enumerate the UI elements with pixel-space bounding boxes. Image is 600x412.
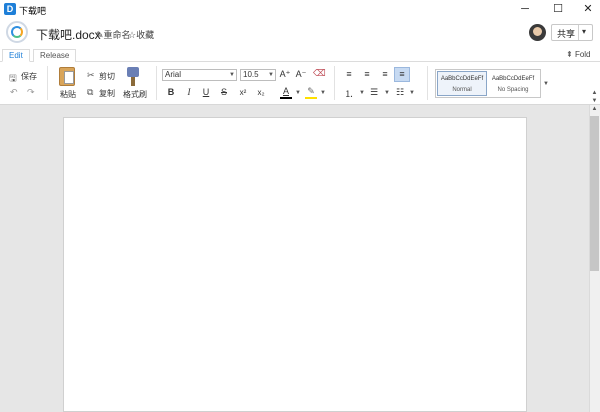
font-family-select[interactable]: Arial: [162, 69, 237, 81]
grow-font-button[interactable]: A⁺: [279, 69, 291, 80]
ribbon-divider: [334, 66, 335, 100]
pencil-icon: ✎: [96, 30, 104, 40]
font-size-dropdown-icon: ▼: [268, 72, 274, 78]
tab-bar: [0, 48, 600, 62]
indent-dropdown-icon[interactable]: ▼: [409, 90, 415, 96]
eraser-icon[interactable]: ⌫: [313, 68, 326, 79]
bold-button[interactable]: B: [165, 87, 177, 97]
numbered-list-icon[interactable]: ⒈: [343, 87, 355, 100]
rename-button[interactable]: ✎重命名: [96, 28, 131, 41]
shrink-font-button[interactable]: A⁻: [295, 69, 307, 80]
style-normal-preview: AaBbCcDdEeFf: [440, 76, 484, 82]
strikethrough-button[interactable]: S: [218, 87, 230, 97]
copy-label[interactable]: 复制: [99, 88, 115, 99]
underline-button[interactable]: U: [200, 87, 212, 97]
ribbon-divider: [47, 66, 48, 100]
align-left-icon[interactable]: ≡: [343, 69, 355, 79]
maximize-button[interactable]: ☐: [543, 0, 573, 19]
rename-label: 重命名: [103, 30, 131, 40]
style-no-spacing-label: No Spacing: [497, 87, 529, 93]
bullet-list-dropdown-icon[interactable]: ▼: [384, 90, 390, 96]
ribbon-divider: [156, 66, 157, 100]
highlight-dropdown-icon[interactable]: ▼: [320, 90, 326, 96]
scroll-arrow-icon[interactable]: ▲: [589, 106, 600, 112]
numbered-list-dropdown-icon[interactable]: ▼: [359, 90, 365, 96]
close-button[interactable]: ✕: [573, 0, 600, 19]
font-family-dropdown-icon: ▼: [229, 72, 235, 78]
undo-icon[interactable]: ↶: [10, 87, 18, 98]
style-no-spacing-preview: AaBbCcDdEeFf: [491, 76, 535, 82]
redo-icon[interactable]: ↷: [27, 87, 35, 98]
highlight-icon[interactable]: ✎: [305, 86, 317, 97]
tab-edit[interactable]: Edit: [2, 49, 30, 62]
font-color-button[interactable]: A: [280, 86, 292, 96]
avatar-face-icon: [533, 27, 542, 36]
cut-label[interactable]: 剪切: [99, 71, 115, 82]
superscript-button[interactable]: x²: [237, 88, 249, 97]
format-painter-icon[interactable]: [127, 67, 139, 77]
document-logo-mark-icon: [11, 26, 23, 38]
fold-label: Fold: [574, 50, 591, 59]
save-icon[interactable]: 🖫: [9, 71, 17, 87]
scroll-down-small-icon[interactable]: ▼: [589, 98, 600, 104]
share-dropdown-icon[interactable]: ▾: [582, 27, 586, 36]
cut-icon[interactable]: ✂: [87, 70, 95, 81]
document-name: 下载吧.docx: [36, 28, 101, 42]
share-divider: [578, 25, 579, 40]
style-gallery-expand-icon[interactable]: ▼: [543, 81, 549, 87]
bullet-list-icon[interactable]: ☰: [368, 87, 380, 98]
scroll-up-icon[interactable]: ▲: [589, 90, 600, 96]
style-normal-label: Normal: [452, 87, 472, 93]
subscript-button[interactable]: x₂: [255, 88, 267, 97]
document-page[interactable]: [63, 117, 527, 412]
paste-sheet-icon: [64, 71, 74, 84]
align-right-icon[interactable]: ≡: [379, 69, 391, 79]
minimize-button[interactable]: ─: [510, 0, 540, 19]
scrollbar-thumb[interactable]: [590, 116, 599, 271]
highlight-swatch: [305, 97, 317, 99]
font-color-swatch: [280, 97, 292, 99]
favorite-label: 收藏: [136, 30, 155, 40]
star-icon: ☆: [128, 30, 137, 40]
format-painter-handle-icon: [131, 77, 135, 86]
italic-button[interactable]: I: [183, 87, 195, 97]
app-icon: D: [4, 3, 16, 15]
align-center-icon[interactable]: ≡: [361, 69, 373, 79]
paste-label[interactable]: 粘贴: [60, 89, 76, 100]
fold-button[interactable]: ⇞ Fold: [566, 50, 591, 59]
tab-release[interactable]: Release: [33, 49, 77, 62]
ribbon-divider: [427, 66, 428, 100]
indent-icon[interactable]: ☷: [394, 87, 406, 98]
save-label[interactable]: 保存: [21, 71, 37, 82]
window-title: 下载吧: [19, 6, 47, 16]
share-label: 共享: [557, 29, 576, 39]
fold-icon: ⇞: [566, 50, 573, 59]
copy-icon[interactable]: ⧉: [87, 87, 93, 98]
font-color-dropdown-icon[interactable]: ▼: [295, 90, 301, 96]
justify-icon: ≡: [399, 69, 405, 79]
favorite-button[interactable]: ☆收藏: [128, 28, 154, 41]
format-painter-label[interactable]: 格式刷: [123, 89, 147, 100]
